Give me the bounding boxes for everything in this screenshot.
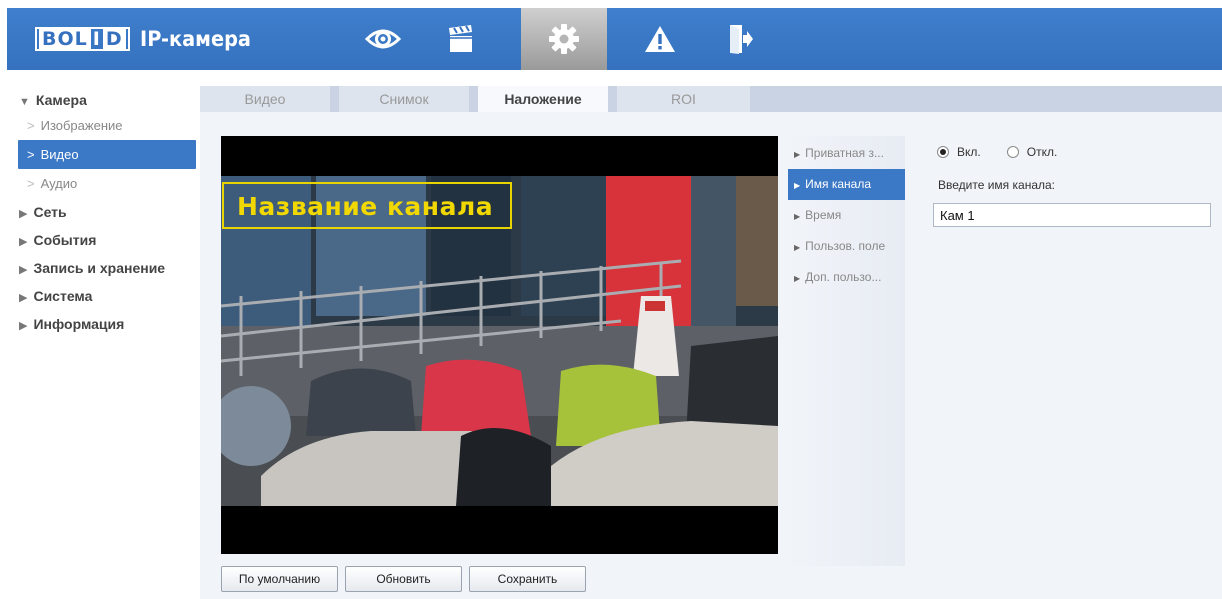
arrow-right-icon: ▶ <box>794 181 801 190</box>
chevron-right-icon: > <box>27 118 35 133</box>
app-title: IP-камера <box>139 27 251 51</box>
playback-nav[interactable] <box>431 8 491 70</box>
chevron-right-icon: > <box>27 147 35 162</box>
sidebar-item-image[interactable]: > Изображение <box>7 112 197 140</box>
arrow-right-icon: ▶ <box>794 150 801 159</box>
arrow-right-icon: ▶ <box>794 212 801 221</box>
gear-icon <box>549 24 579 54</box>
radio-on-label: Вкл. <box>957 145 981 159</box>
radio-off[interactable] <box>1006 146 1019 158</box>
submenu-custom-field[interactable]: ▶ Пользов. поле <box>788 231 905 262</box>
tab-video[interactable]: Видео <box>200 86 330 112</box>
caret-right-icon: ▶ <box>19 236 28 248</box>
caret-down-icon: ▼ <box>19 96 30 108</box>
arrow-right-icon: ▶ <box>794 243 801 252</box>
video-preview[interactable]: Название канала <box>221 136 778 554</box>
tab-roi[interactable]: ROI <box>617 86 750 112</box>
chevron-right-icon: > <box>27 176 35 191</box>
osd-channel-name-box[interactable]: Название канала <box>222 182 512 229</box>
bolid-logo: BOL I D <box>35 27 130 51</box>
caret-right-icon: ▶ <box>19 208 28 220</box>
warning-icon <box>645 26 675 52</box>
default-button[interactable]: По умолчанию <box>221 566 338 592</box>
sidebar-section-events[interactable]: ▶ События <box>7 226 197 254</box>
sidebar: ▼ Камера > Изображение > Видео > Аудио ▶ Сеть… <box>7 86 197 338</box>
clapperboard-icon <box>449 25 472 52</box>
tab-bar: Видео Снимок Наложение ROI <box>200 86 1222 112</box>
sidebar-section-storage[interactable]: ▶ Запись и хранение <box>7 254 197 282</box>
enable-radio-group: Вкл. Откл. <box>937 145 1083 159</box>
submenu-extra-custom[interactable]: ▶ Доп. пользо... <box>788 262 905 293</box>
sidebar-item-audio[interactable]: > Аудио <box>7 169 197 198</box>
caret-right-icon: ▶ <box>19 292 28 304</box>
radio-off-label: Откл. <box>1026 145 1058 159</box>
top-header: BOL I D IP-камера <box>7 8 1222 70</box>
caret-right-icon: ▶ <box>19 320 28 332</box>
alarm-nav[interactable] <box>630 8 690 70</box>
osd-channel-name: Название канала <box>237 192 494 221</box>
overlay-submenu: ▶ Приватная з... ▶ Имя канала ▶ Время ▶ Поль… <box>788 136 905 566</box>
sidebar-section-camera[interactable]: ▼ Камера <box>7 86 197 114</box>
sidebar-section-system[interactable]: ▶ Система <box>7 282 197 310</box>
tab-snapshot[interactable]: Снимок <box>339 86 469 112</box>
submenu-time[interactable]: ▶ Время <box>788 200 905 231</box>
logout-nav[interactable] <box>711 8 771 70</box>
submenu-channel-name[interactable]: ▶ Имя канала <box>788 169 905 200</box>
sidebar-section-info[interactable]: ▶ Информация <box>7 310 197 338</box>
radio-on[interactable] <box>937 146 949 158</box>
sidebar-item-video[interactable]: > Видео <box>18 140 196 169</box>
exit-icon <box>730 25 753 54</box>
settings-nav[interactable] <box>521 8 607 70</box>
live-view-nav[interactable] <box>353 8 413 70</box>
eye-icon <box>365 29 401 49</box>
sidebar-section-network[interactable]: ▶ Сеть <box>7 198 197 226</box>
refresh-button[interactable]: Обновить <box>345 566 462 592</box>
arrow-right-icon: ▶ <box>794 274 801 283</box>
save-button[interactable]: Сохранить <box>469 566 586 592</box>
channel-name-label: Введите имя канала: <box>938 178 1056 192</box>
tab-overlay[interactable]: Наложение <box>478 86 608 112</box>
submenu-privacy-mask[interactable]: ▶ Приватная з... <box>788 138 905 169</box>
caret-right-icon: ▶ <box>19 264 28 276</box>
channel-name-input[interactable] <box>933 203 1211 227</box>
logo: BOL I D IP-камера <box>35 27 260 51</box>
